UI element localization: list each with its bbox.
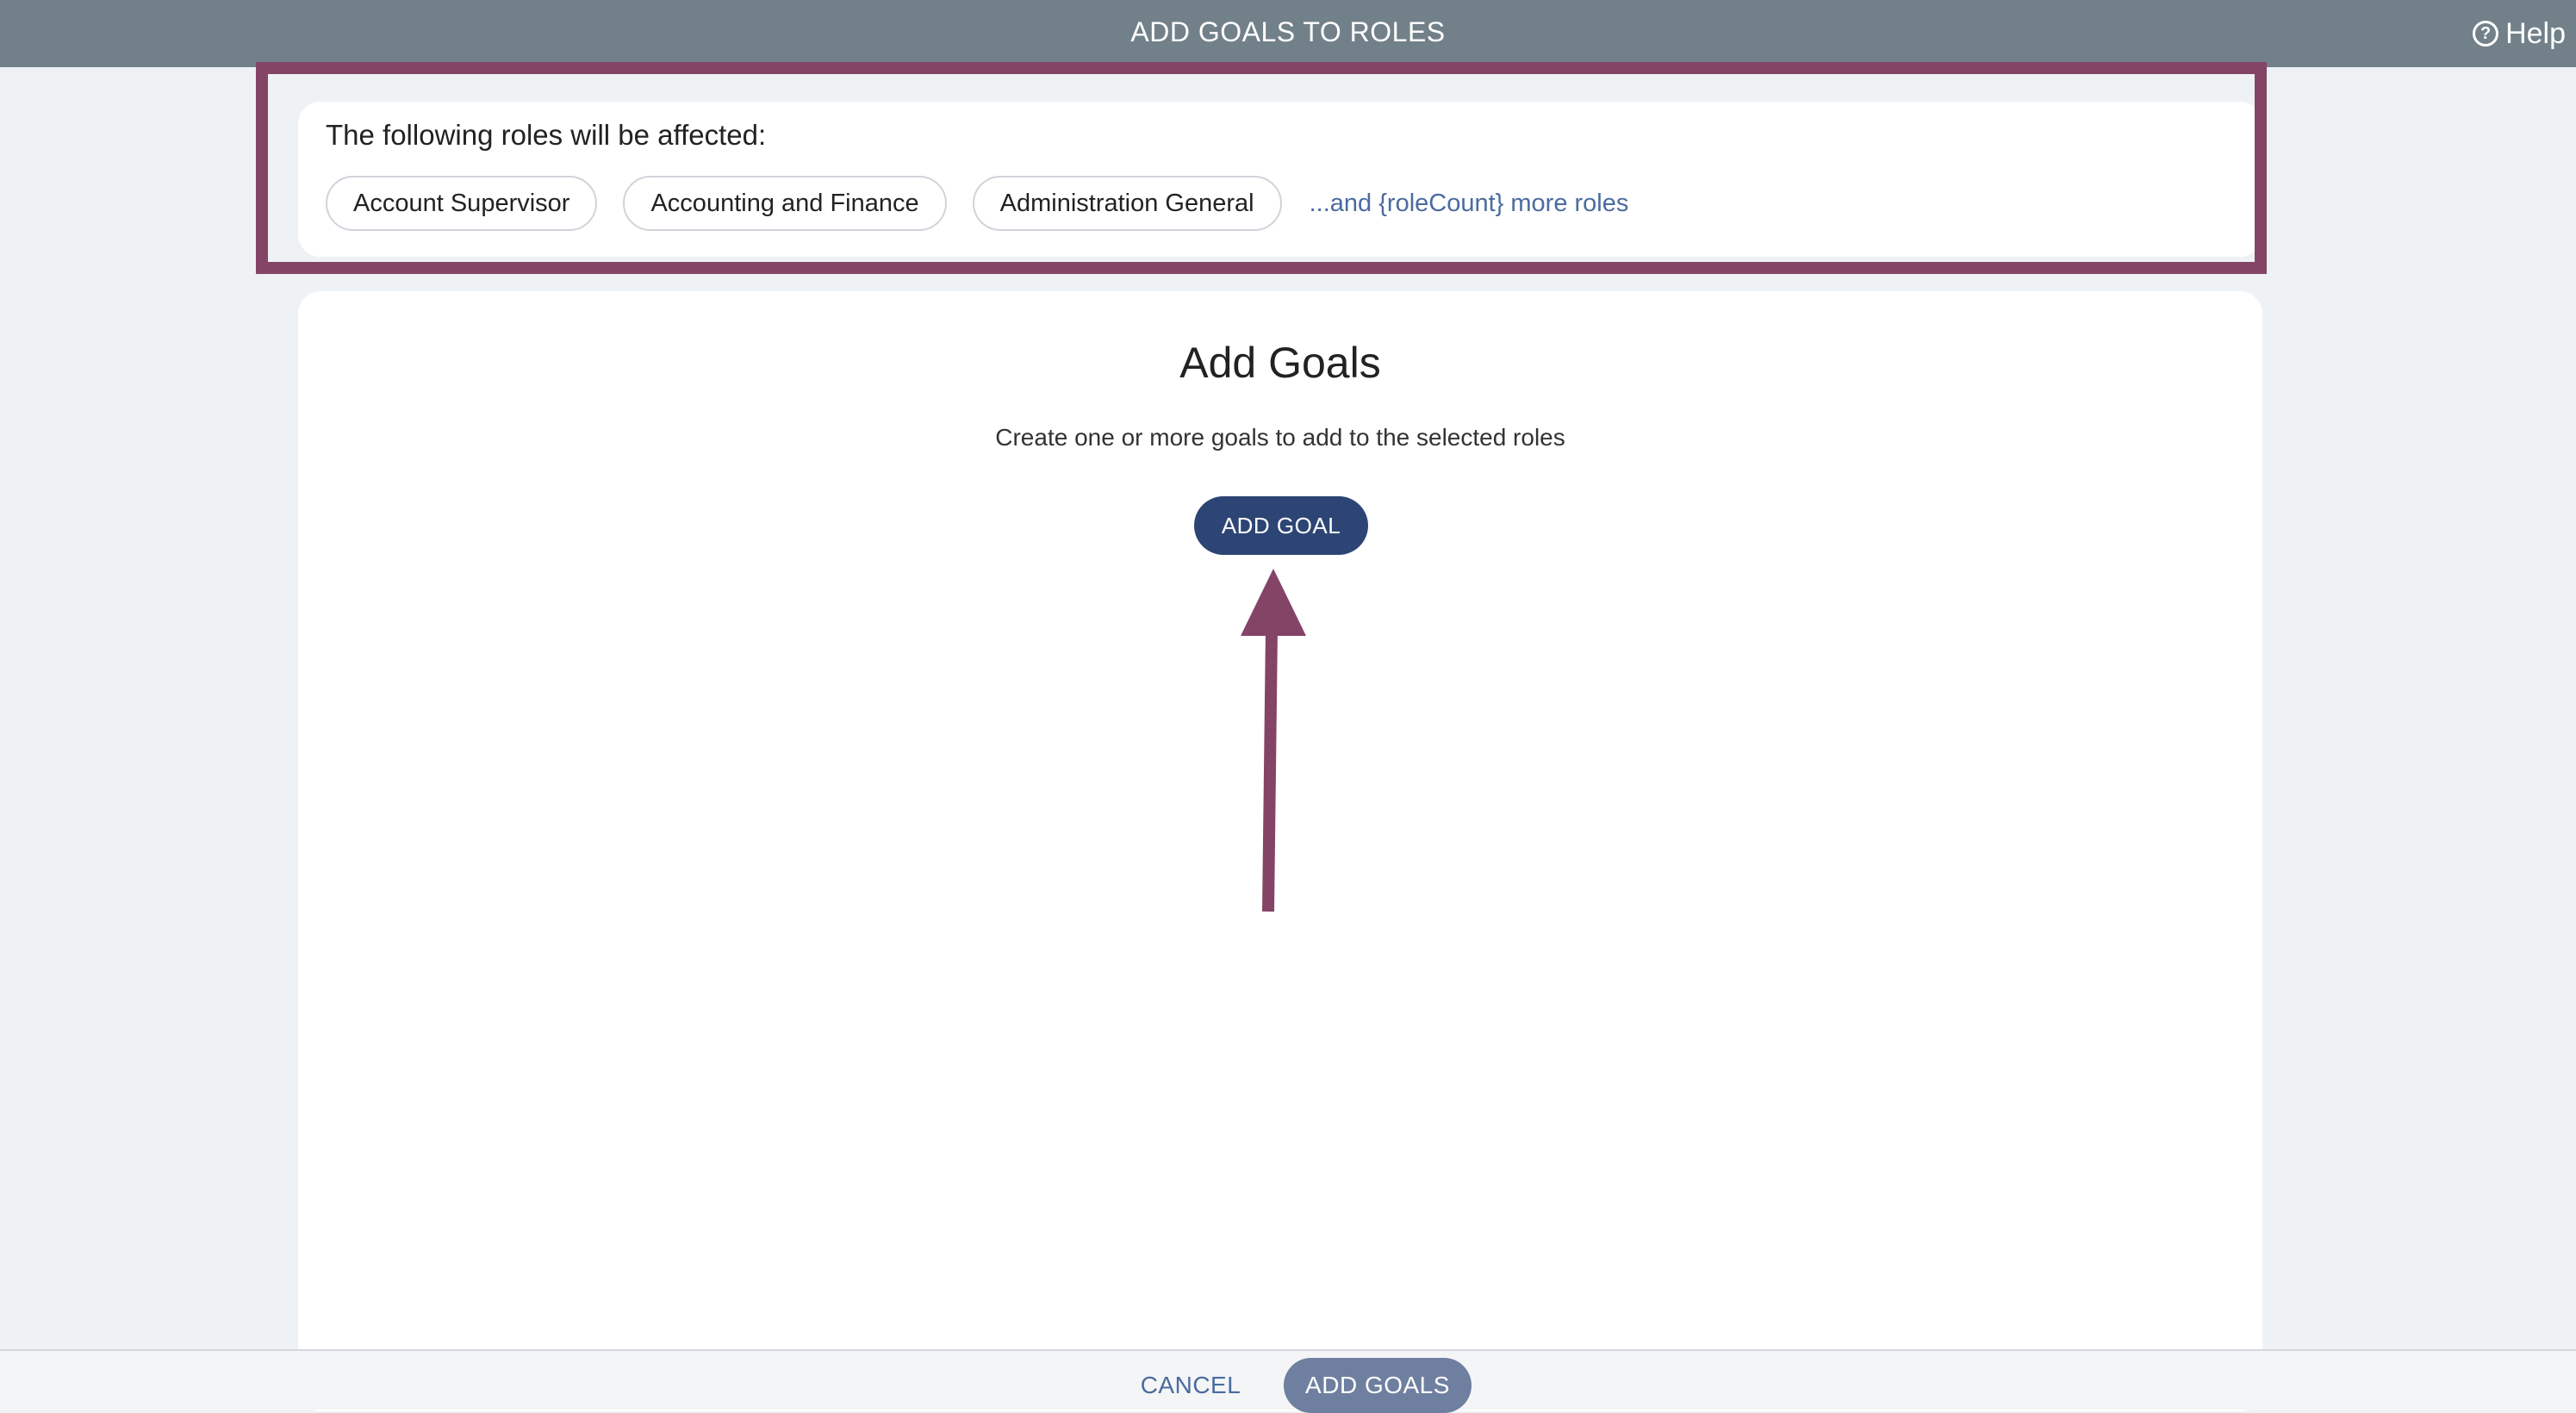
annotation-arrow-up (1241, 569, 1306, 912)
cancel-button[interactable]: CANCEL (1129, 1360, 1253, 1411)
add-goals-submit-button[interactable]: ADD GOALS (1284, 1358, 1472, 1413)
arrow-head (1241, 569, 1306, 636)
footer-bar: CANCEL ADD GOALS (0, 1349, 2576, 1413)
arrow-shaft (1262, 628, 1278, 912)
